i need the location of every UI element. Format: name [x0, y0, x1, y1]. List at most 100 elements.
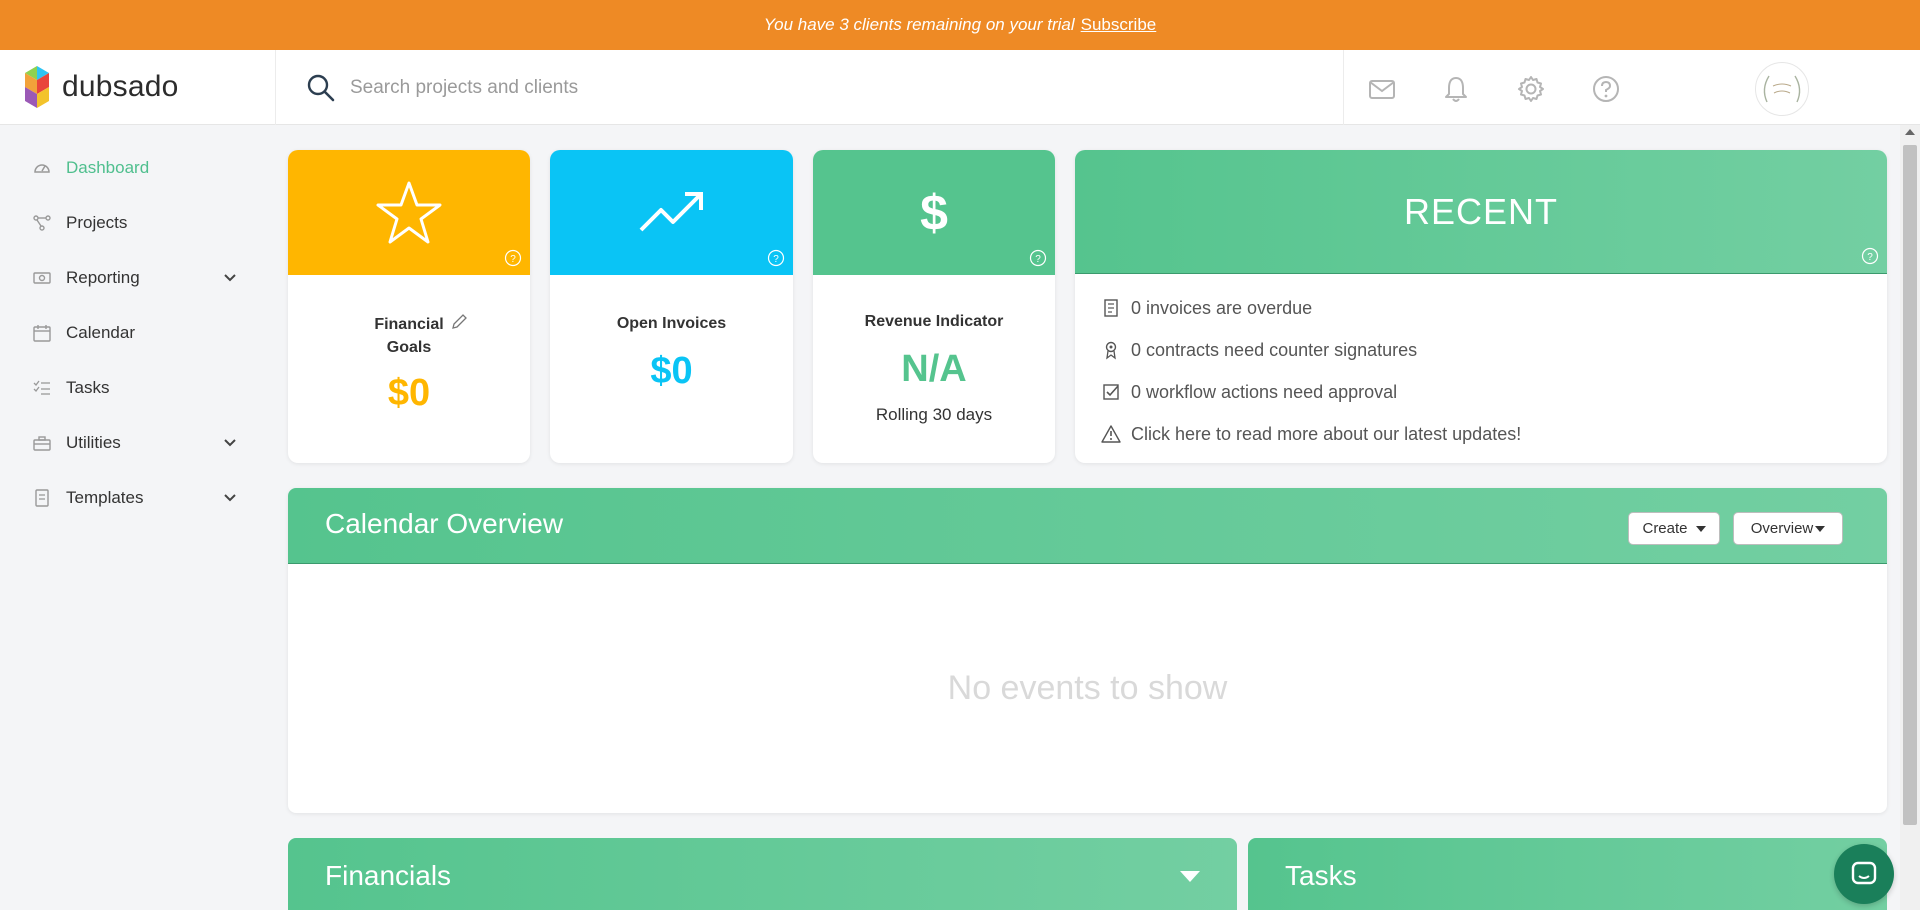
recent-panel: RECENT ? 0 invoices are overdue 0 contra…	[1075, 150, 1887, 463]
sidebar-item-dashboard[interactable]: Dashboard	[30, 148, 250, 188]
caret-down-icon[interactable]	[1180, 871, 1200, 882]
recent-item-workflow[interactable]: 0 workflow actions need approval	[1101, 371, 1521, 413]
open-invoices-title: Open Invoices	[616, 315, 727, 332]
overview-dropdown-button[interactable]: Overview	[1733, 512, 1843, 545]
user-avatar[interactable]	[1755, 62, 1809, 116]
scroll-thumb[interactable]	[1903, 145, 1917, 825]
trial-banner: You have 3 clients remaining on your tri…	[0, 0, 1920, 50]
revenue-indicator-title: Revenue Indicator	[864, 313, 1004, 330]
card-body: Revenue Indicator N/A Rolling 30 days	[813, 275, 1055, 463]
overview-label: Overview	[1750, 520, 1814, 537]
utilities-icon	[30, 431, 54, 455]
tasks-panel: Tasks	[1248, 838, 1887, 910]
recent-title: RECENT	[1403, 190, 1558, 232]
card-header: ?	[288, 150, 530, 275]
page-scrollbar[interactable]	[1900, 125, 1920, 910]
search-icon[interactable]	[305, 72, 337, 104]
trial-banner-text: You have 3 clients remaining on your tri…	[763, 15, 1075, 34]
svg-text:?: ?	[1867, 252, 1873, 263]
ribbon-icon	[1105, 341, 1117, 360]
card-body: Open Invoices $0	[550, 275, 793, 463]
projects-icon	[30, 211, 54, 235]
star-icon	[376, 181, 442, 243]
financials-title: Financials	[325, 860, 452, 891]
open-invoices-value: $0	[650, 350, 693, 392]
scroll-up-arrow-icon[interactable]	[1905, 129, 1915, 135]
subscribe-link[interactable]: Subscribe	[1081, 15, 1157, 35]
recent-item-label: 0 contracts need counter signatures	[1131, 339, 1418, 360]
card-header: $ ?	[813, 150, 1055, 275]
chat-widget-button[interactable]	[1834, 844, 1894, 904]
mail-icon[interactable]	[1367, 74, 1397, 104]
card-title-line1: Financial	[374, 316, 444, 333]
warning-icon	[1101, 425, 1121, 443]
calendar-empty-state: No events to show	[947, 669, 1228, 707]
sidebar-item-label: Calendar	[66, 323, 135, 342]
svg-text:?: ?	[510, 254, 516, 265]
sidebar-item-label: Reporting	[66, 268, 140, 287]
chevron-down-icon[interactable]	[222, 270, 238, 286]
card-title-line2: Goals	[386, 339, 432, 356]
financials-panel: Financials	[288, 838, 1237, 910]
calendar-overview-panel: Calendar Overview Create Overview No eve…	[288, 488, 1887, 813]
recent-item-contracts[interactable]: 0 contracts need counter signatures	[1101, 329, 1521, 371]
revenue-indicator-value: N/A	[901, 348, 967, 390]
recent-list: 0 invoices are overdue 0 contracts need …	[1101, 287, 1521, 455]
calendar-icon	[30, 321, 54, 345]
templates-icon	[30, 486, 54, 510]
logo-cube-icon	[25, 66, 49, 108]
dollar-icon: $	[920, 184, 948, 241]
recent-header: RECENT ?	[1075, 150, 1887, 274]
sidebar-item-reporting[interactable]: Reporting	[30, 258, 250, 298]
invoice-icon	[1104, 299, 1118, 317]
card-body: Financial Goals $0	[288, 275, 530, 463]
checkbox-icon	[1103, 384, 1119, 400]
financial-goals-card[interactable]: ? Financial Goals $0	[288, 150, 530, 463]
chevron-down-icon[interactable]	[222, 435, 238, 451]
tasks-title: Tasks	[1285, 860, 1357, 891]
help-icon[interactable]: ?	[1861, 247, 1879, 265]
help-icon[interactable]: ?	[504, 249, 522, 267]
sidebar-item-calendar[interactable]: Calendar	[30, 313, 250, 353]
sidebar-item-label: Tasks	[66, 378, 110, 397]
revenue-indicator-subtitle: Rolling 30 days	[875, 405, 993, 424]
recent-item-label: Click here to read more about our latest…	[1131, 423, 1522, 444]
financial-goals-value: $0	[387, 372, 431, 414]
svg-text:?: ?	[1035, 254, 1041, 265]
create-dropdown-button[interactable]: Create	[1628, 512, 1720, 545]
sidebar-item-label: Dashboard	[66, 158, 150, 177]
header-divider	[275, 50, 276, 125]
sidebar-item-projects[interactable]: Projects	[30, 203, 250, 243]
calendar-header: Calendar Overview Create Overview	[288, 488, 1887, 564]
help-icon[interactable]	[1591, 74, 1621, 104]
open-invoices-card[interactable]: ? Open Invoices $0	[550, 150, 793, 463]
recent-item-updates[interactable]: Click here to read more about our latest…	[1101, 413, 1521, 455]
sidebar: Dashboard Projects Reporting Calendar Ta…	[0, 125, 270, 910]
trending-up-icon	[639, 191, 703, 231]
revenue-indicator-card[interactable]: $ ? Revenue Indicator N/A Rolling 30 day…	[813, 150, 1055, 463]
header-icons-divider	[1343, 50, 1344, 125]
dashboard-icon	[30, 156, 54, 180]
top-header: dubsado	[0, 50, 1920, 125]
card-header: ?	[550, 150, 793, 275]
avatar-wreath-logo	[1763, 75, 1801, 103]
bell-icon[interactable]	[1441, 74, 1471, 104]
help-icon[interactable]: ?	[767, 249, 785, 267]
chevron-down-icon[interactable]	[222, 490, 238, 506]
search-input[interactable]	[350, 68, 1310, 108]
help-icon[interactable]: ?	[1029, 249, 1047, 267]
sidebar-item-label: Projects	[66, 213, 128, 232]
recent-item-overdue-invoices[interactable]: 0 invoices are overdue	[1101, 287, 1521, 329]
recent-item-label: 0 workflow actions need approval	[1131, 381, 1398, 402]
reporting-icon	[30, 266, 54, 290]
edit-pencil-icon[interactable]	[450, 313, 468, 331]
calendar-title: Calendar Overview	[325, 508, 564, 539]
dubsado-logo[interactable]: dubsado	[22, 62, 179, 112]
sidebar-item-utilities[interactable]: Utilities	[30, 423, 250, 463]
caret-down-icon	[1695, 525, 1706, 532]
gear-icon[interactable]	[1516, 74, 1546, 104]
tasks-icon	[30, 376, 54, 400]
sidebar-item-templates[interactable]: Templates	[30, 478, 250, 518]
recent-item-label: 0 invoices are overdue	[1131, 297, 1313, 318]
sidebar-item-tasks[interactable]: Tasks	[30, 368, 250, 408]
